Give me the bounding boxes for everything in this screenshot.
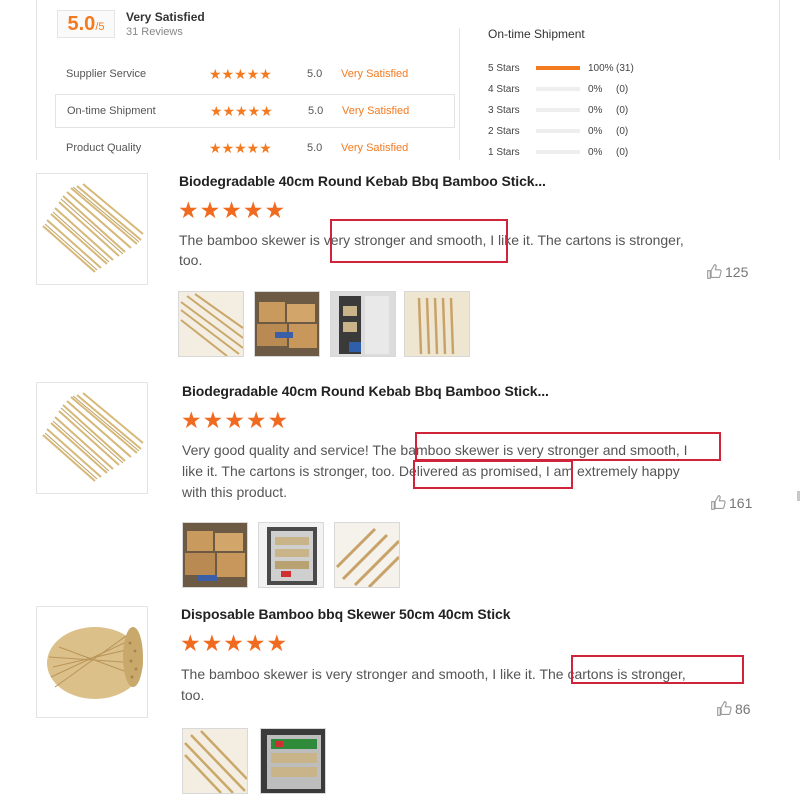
rating-value: 5.0 bbox=[308, 105, 324, 117]
distribution-label: 1 Stars bbox=[488, 146, 520, 158]
distribution-row[interactable]: 3 Stars 0% (0) bbox=[488, 103, 646, 117]
overall-score-badge: 5.0 /5 bbox=[57, 10, 115, 38]
rating-row-product-quality[interactable]: Product Quality ★★★★★ 5.0 Very Satisfied bbox=[55, 131, 455, 165]
reviews-count: 31 Reviews bbox=[126, 26, 183, 38]
distribution-label: 5 Stars bbox=[488, 62, 520, 74]
review-photo[interactable] bbox=[258, 522, 324, 588]
review-product-title[interactable]: Disposable Bamboo bbq Skewer 50cm 40cm S… bbox=[181, 606, 511, 622]
review-product-title[interactable]: Biodegradable 40cm Round Kebab Bbq Bambo… bbox=[179, 173, 546, 189]
review-photo[interactable] bbox=[254, 291, 320, 357]
distribution-percent: 0% bbox=[588, 83, 603, 95]
distribution-row[interactable]: 1 Stars 0% (0) bbox=[488, 145, 646, 159]
thumbs-up-icon bbox=[707, 264, 722, 279]
review-photo[interactable] bbox=[178, 291, 244, 357]
like-button[interactable]: 125 bbox=[706, 263, 748, 280]
thumbs-up-icon bbox=[711, 495, 726, 510]
review-text-line: too. bbox=[179, 252, 203, 268]
rating-label: Supplier Service bbox=[66, 68, 147, 80]
distribution-bar bbox=[536, 150, 580, 154]
rating-text: Very Satisfied bbox=[342, 105, 410, 117]
rating-stars: ★★★★★ bbox=[209, 139, 272, 156]
distribution-count: (0) bbox=[616, 104, 629, 116]
review-photo[interactable] bbox=[182, 728, 248, 794]
like-count: 125 bbox=[725, 263, 749, 280]
distribution-percent: 100% bbox=[588, 62, 614, 74]
product-thumbnail[interactable] bbox=[36, 382, 148, 494]
rating-stars: ★★★★★ bbox=[210, 102, 273, 119]
review-stars: ★★★★★ bbox=[180, 630, 289, 656]
distribution-label: 2 Stars bbox=[488, 125, 520, 137]
distribution-percent: 0% bbox=[588, 125, 603, 137]
review-text-line: with this product. bbox=[182, 484, 288, 500]
satisfaction-label: Very Satisfied bbox=[126, 10, 205, 24]
distribution-row[interactable]: 5 Stars 100% (31) bbox=[488, 61, 646, 75]
like-button[interactable]: 161 bbox=[710, 494, 752, 511]
rating-label: Product Quality bbox=[66, 142, 142, 154]
distribution-bar bbox=[536, 66, 580, 70]
like-button[interactable]: 86 bbox=[716, 700, 751, 717]
like-count: 161 bbox=[729, 494, 753, 511]
distribution-label: 3 Stars bbox=[488, 104, 520, 116]
rating-text: Very Satisfied bbox=[341, 68, 409, 80]
rating-value: 5.0 bbox=[307, 68, 323, 80]
distribution-row[interactable]: 2 Stars 0% (0) bbox=[488, 124, 646, 138]
review-photo[interactable] bbox=[260, 728, 326, 794]
highlight-box bbox=[413, 460, 573, 489]
highlight-box bbox=[415, 432, 721, 461]
distribution-count: (0) bbox=[616, 83, 629, 95]
distribution-percent: 0% bbox=[588, 146, 603, 158]
distribution-percent: 0% bbox=[588, 104, 603, 116]
rating-summary-panel: 5.0 /5 Very Satisfied 31 Reviews Supplie… bbox=[36, 0, 780, 160]
review-product-title[interactable]: Biodegradable 40cm Round Kebab Bbq Bambo… bbox=[182, 383, 549, 399]
rating-row-on-time-shipment[interactable]: On-time Shipment ★★★★★ 5.0 Very Satisfie… bbox=[55, 94, 455, 128]
product-thumbnail[interactable] bbox=[36, 173, 148, 285]
highlight-box bbox=[571, 655, 744, 684]
distribution-row[interactable]: 4 Stars 0% (0) bbox=[488, 82, 646, 96]
rating-value: 5.0 bbox=[307, 142, 323, 154]
like-count: 86 bbox=[735, 700, 751, 717]
review-photo[interactable] bbox=[404, 291, 470, 357]
rating-stars: ★★★★★ bbox=[209, 65, 272, 82]
review-stars: ★★★★★ bbox=[178, 197, 287, 223]
distribution-count: (0) bbox=[616, 146, 629, 158]
distribution-bar bbox=[536, 129, 580, 133]
rating-row-supplier-service[interactable]: Supplier Service ★★★★★ 5.0 Very Satisfie… bbox=[55, 57, 455, 91]
product-thumbnail[interactable] bbox=[36, 606, 148, 718]
review-text-line: too. bbox=[181, 687, 205, 703]
overall-score-max: /5 bbox=[95, 21, 105, 33]
rating-label: On-time Shipment bbox=[67, 105, 156, 117]
distribution-label: 4 Stars bbox=[488, 83, 520, 95]
distribution-bar bbox=[536, 87, 580, 91]
distribution-bar-fill bbox=[536, 66, 580, 70]
review-photo[interactable] bbox=[182, 522, 248, 588]
distribution-count: (31) bbox=[616, 62, 634, 74]
distribution-count: (0) bbox=[616, 125, 629, 137]
highlight-box bbox=[330, 219, 508, 263]
review-photo[interactable] bbox=[334, 522, 400, 588]
review-photo[interactable] bbox=[330, 291, 396, 357]
review-stars: ★★★★★ bbox=[181, 407, 290, 433]
distribution-bar bbox=[536, 108, 580, 112]
summary-divider bbox=[459, 28, 460, 160]
rating-text: Very Satisfied bbox=[341, 142, 409, 154]
overall-score: 5.0 bbox=[67, 13, 96, 35]
thumbs-up-icon bbox=[717, 701, 732, 716]
distribution-title: On-time Shipment bbox=[488, 27, 585, 41]
